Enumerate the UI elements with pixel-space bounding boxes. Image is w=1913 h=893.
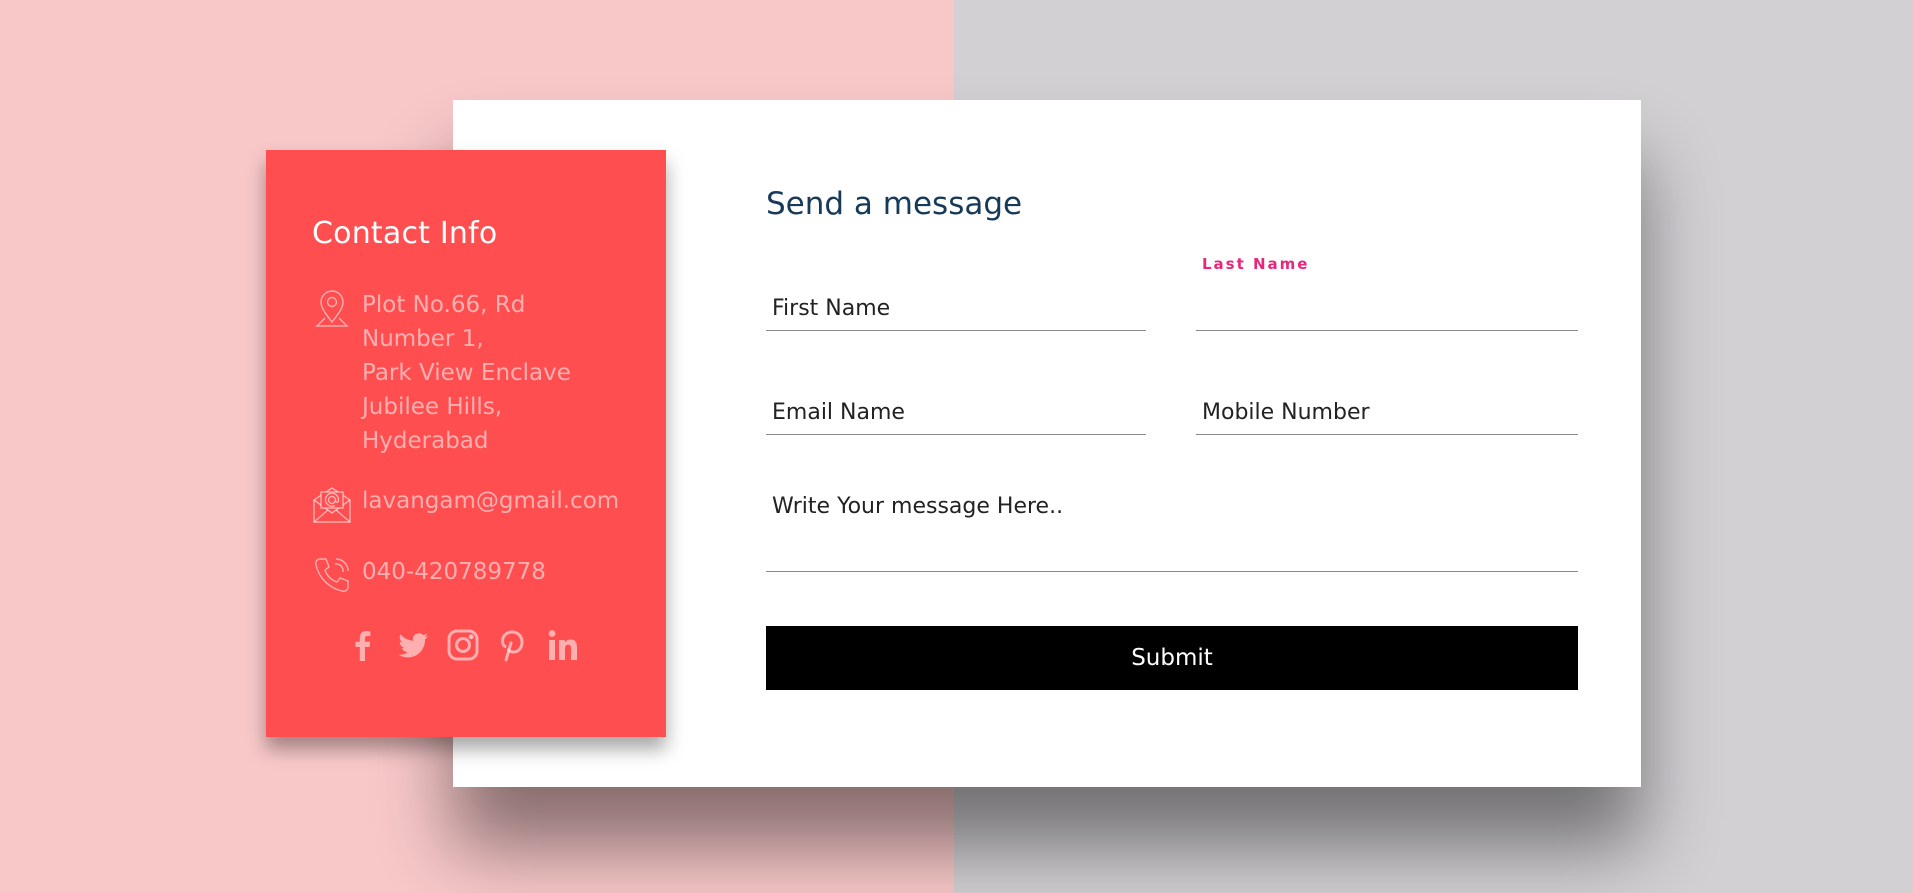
contact-info-title: Contact Info	[312, 216, 498, 251]
phone-row: 040-420789778	[312, 555, 546, 595]
form-title: Send a message	[766, 186, 1023, 222]
envelope-at-icon	[312, 484, 352, 524]
message-textarea[interactable]	[772, 491, 1572, 561]
first-name-input[interactable]	[772, 290, 1140, 326]
phone-text: 040-420789778	[362, 559, 546, 585]
pinterest-icon[interactable]	[496, 628, 530, 662]
email-input[interactable]	[772, 394, 1140, 430]
contact-info-card: Contact Info Plot No.66, Rd Number 1, Pa…	[266, 150, 666, 737]
submit-button[interactable]: Submit	[766, 626, 1578, 690]
message-field	[766, 485, 1578, 572]
email-row: lavangam@gmail.com	[312, 484, 619, 524]
last-name-field	[1196, 280, 1578, 331]
mobile-input[interactable]	[1202, 394, 1572, 430]
phone-icon	[312, 555, 352, 595]
contact-page: Send a message Last Name Submit Contact …	[0, 0, 1913, 893]
address-text: Plot No.66, Rd Number 1, Park View Encla…	[362, 292, 571, 454]
email-field	[766, 384, 1146, 435]
last-name-input[interactable]	[1202, 290, 1572, 326]
email-text: lavangam@gmail.com	[362, 488, 620, 514]
twitter-icon[interactable]	[396, 628, 430, 662]
address-row: Plot No.66, Rd Number 1, Park View Encla…	[312, 288, 617, 458]
facebook-icon[interactable]	[346, 628, 380, 662]
last-name-label: Last Name	[1202, 255, 1310, 273]
location-pin-icon	[312, 288, 352, 328]
social-links	[346, 628, 580, 662]
first-name-field	[766, 280, 1146, 331]
linkedin-icon[interactable]	[546, 628, 580, 662]
instagram-icon[interactable]	[446, 628, 480, 662]
mobile-field	[1196, 384, 1578, 435]
